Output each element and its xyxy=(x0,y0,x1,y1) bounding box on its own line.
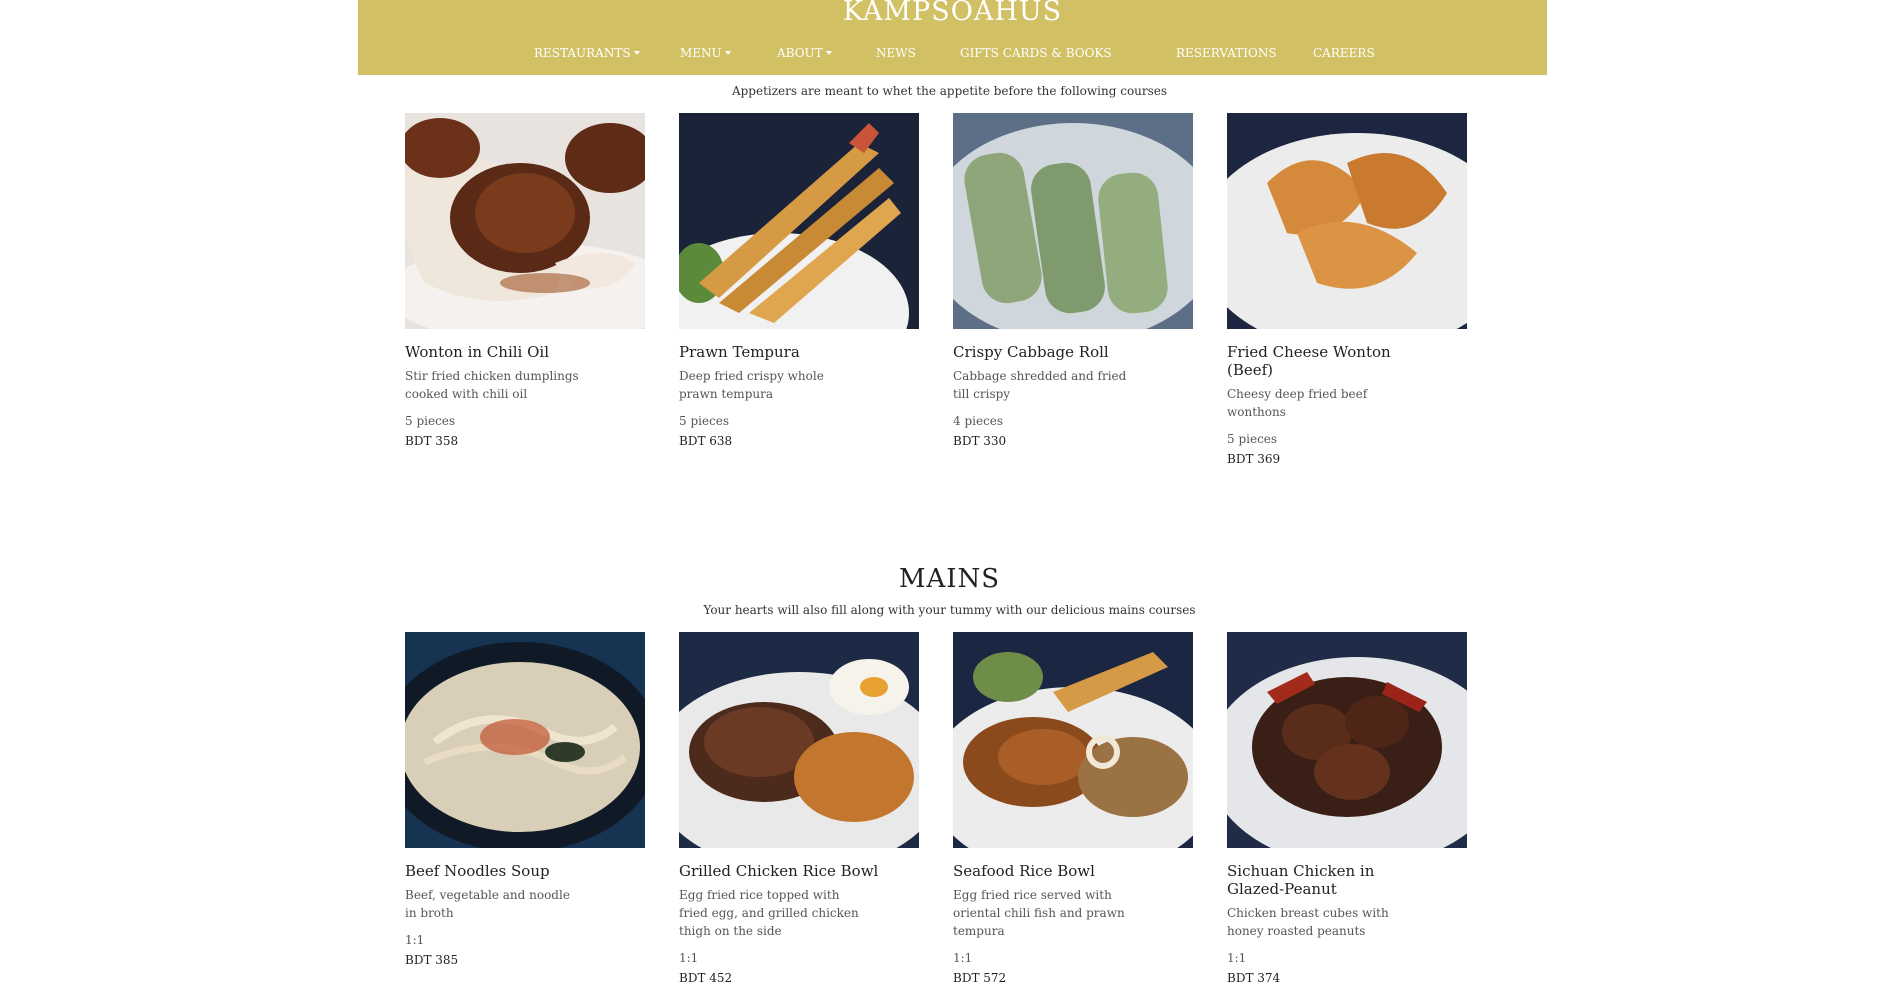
dish-name: Wonton in Chili Oil xyxy=(405,343,549,361)
dish-description: Cheesy deep fried beef wonthons xyxy=(1227,387,1368,419)
menu-card[interactable]: Seafood Rice Bowl Egg fried rice served … xyxy=(953,632,1193,986)
nav-label: ABOUT xyxy=(777,46,823,60)
dish-price: BDT 572 xyxy=(953,971,1007,985)
dish-photo-sichuan-chicken xyxy=(1227,632,1467,848)
dish-name: Fried Cheese Wonton (Beef) xyxy=(1227,343,1391,379)
dish-price: BDT 369 xyxy=(1227,452,1281,466)
menu-card[interactable]: Crispy Cabbage Roll Cabbage shredded and… xyxy=(953,113,1193,449)
menu-card[interactable]: Wonton in Chili Oil Stir fried chicken d… xyxy=(405,113,645,449)
dish-portion: 1:1 xyxy=(953,951,973,965)
nav-label: GIFTS CARDS & BOOKS xyxy=(960,46,1112,60)
caret-down-icon xyxy=(633,51,640,55)
dish-price: BDT 330 xyxy=(953,434,1007,448)
dish-photo-wonton-chili-oil xyxy=(405,113,645,329)
nav-menu[interactable]: MENU xyxy=(680,46,731,60)
dish-portion: 5 pieces xyxy=(405,414,456,428)
nav-label: RESERVATIONS xyxy=(1176,46,1277,60)
dish-price: BDT 358 xyxy=(405,434,459,448)
dish-description: Egg fried rice served with oriental chil… xyxy=(953,888,1125,938)
dish-photo-seafood-rice-bowl xyxy=(953,632,1193,848)
dish-description: Chicken breast cubes with honey roasted … xyxy=(1227,906,1389,938)
nav-reservations[interactable]: RESERVATIONS xyxy=(1176,46,1277,60)
nav-restaurants[interactable]: RESTAURANTS xyxy=(534,46,640,60)
dish-portion: 1:1 xyxy=(679,951,699,965)
caret-down-icon xyxy=(825,51,832,55)
mains-subtitle: Your hearts will also fill along with yo… xyxy=(703,603,1196,617)
menu-card[interactable]: Sichuan Chicken in Glazed-Peanut Chicken… xyxy=(1227,632,1467,986)
dish-photo-crispy-cabbage-roll xyxy=(953,113,1193,329)
dish-price: BDT 638 xyxy=(679,434,733,448)
mains-title: MAINS xyxy=(898,564,1001,594)
nav-label: RESTAURANTS xyxy=(534,46,631,60)
site-header: KAMPSOAHUS RESTAURANTS MENU ABOUT NEWS G… xyxy=(358,0,1547,75)
nav-gift-cards-books[interactable]: GIFTS CARDS & BOOKS xyxy=(960,46,1112,60)
nav-label: CAREERS xyxy=(1313,46,1375,60)
dish-name: Beef Noodles Soup xyxy=(405,862,550,880)
appetizers-subtitle: Appetizers are meant to whet the appetit… xyxy=(731,84,1168,98)
dish-portion: 1:1 xyxy=(1227,951,1247,965)
dish-name: Sichuan Chicken in Glazed-Peanut xyxy=(1227,862,1375,898)
dish-price: BDT 385 xyxy=(405,953,459,967)
dish-description: Cabbage shredded and fried till crispy xyxy=(953,369,1127,401)
nav-about[interactable]: ABOUT xyxy=(777,46,832,60)
dish-name: Seafood Rice Bowl xyxy=(953,862,1095,880)
menu-card[interactable]: Prawn Tempura Deep fried crispy whole pr… xyxy=(679,113,919,449)
dish-photo-prawn-tempura xyxy=(679,113,919,329)
dish-photo-grilled-chicken-rice-bowl xyxy=(679,632,919,848)
dish-name: Crispy Cabbage Roll xyxy=(953,343,1109,361)
dish-description: Beef, vegetable and noodle in broth xyxy=(405,888,570,920)
dish-description: Deep fried crispy whole prawn tempura xyxy=(679,369,824,401)
dish-portion: 1:1 xyxy=(405,933,425,947)
dish-price: BDT 452 xyxy=(679,971,733,985)
dish-name: Prawn Tempura xyxy=(679,343,800,361)
dish-description: Egg fried rice topped with fried egg, an… xyxy=(679,888,859,938)
dish-price: BDT 374 xyxy=(1227,971,1281,985)
nav-news[interactable]: NEWS xyxy=(876,46,916,60)
dish-name: Grilled Chicken Rice Bowl xyxy=(679,862,879,880)
dish-photo-fried-cheese-wonton xyxy=(1227,113,1467,329)
dish-photo-beef-noodles-soup xyxy=(405,632,645,848)
brand-logo[interactable]: KAMPSOAHUS xyxy=(358,0,1547,28)
caret-down-icon xyxy=(724,51,731,55)
dish-description: Stir fried chicken dumplings cooked with… xyxy=(405,369,579,401)
menu-card[interactable]: Fried Cheese Wonton (Beef) Cheesy deep f… xyxy=(1227,113,1467,467)
nav-label: MENU xyxy=(680,46,722,60)
menu-card[interactable]: Beef Noodles Soup Beef, vegetable and no… xyxy=(405,632,645,968)
dish-portion: 5 pieces xyxy=(1227,432,1278,446)
menu-card[interactable]: Grilled Chicken Rice Bowl Egg fried rice… xyxy=(679,632,919,986)
nav-label: NEWS xyxy=(876,46,916,60)
dish-portion: 4 pieces xyxy=(953,414,1004,428)
nav-careers[interactable]: CAREERS xyxy=(1313,46,1375,60)
main-nav: RESTAURANTS MENU ABOUT NEWS GIFTS CARDS … xyxy=(358,46,1547,62)
dish-portion: 5 pieces xyxy=(679,414,730,428)
